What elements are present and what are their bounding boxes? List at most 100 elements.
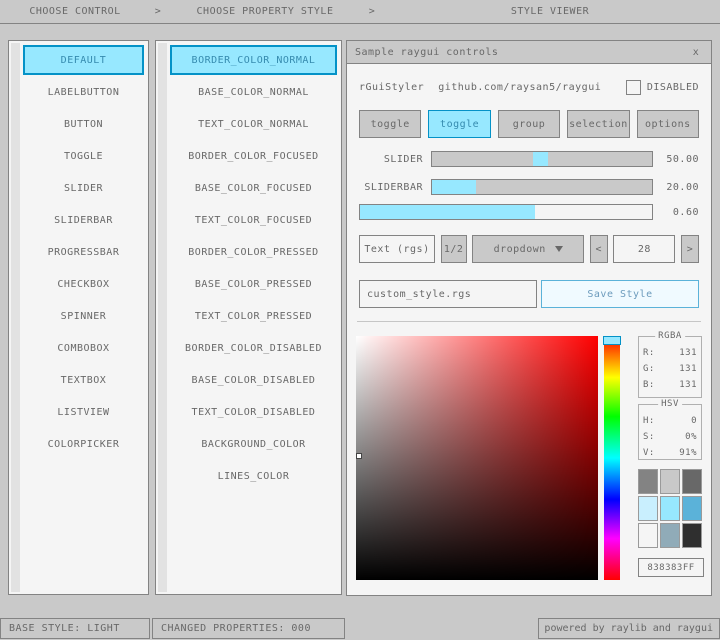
group-button[interactable]: group: [498, 110, 560, 138]
property-item-background-color[interactable]: BACKGROUND_COLOR: [170, 429, 337, 459]
color-picker-area[interactable]: [356, 336, 598, 580]
text-rgs-box[interactable]: Text (rgs): [359, 235, 435, 263]
property-item-base-color-disabled[interactable]: BASE_COLOR_DISABLED: [170, 365, 337, 395]
filename-input[interactable]: custom_style.rgs: [359, 280, 537, 308]
status-changed-properties: CHANGED PROPERTIES: 000: [152, 618, 345, 639]
sliderbar[interactable]: [431, 179, 653, 195]
property-item-border-color-disabled[interactable]: BORDER_COLOR_DISABLED: [170, 333, 337, 363]
scrollbar[interactable]: [158, 43, 167, 592]
color-swatch[interactable]: [660, 523, 680, 548]
control-item-slider[interactable]: SLIDER: [23, 173, 144, 203]
control-item-sliderbar[interactable]: SLIDERBAR: [23, 205, 144, 235]
disabled-checkbox-label: DISABLED: [647, 82, 699, 93]
control-item-colorpicker[interactable]: COLORPICKER: [23, 429, 144, 459]
dropdown-label: dropdown: [494, 244, 546, 255]
property-item-text-color-normal[interactable]: TEXT_COLOR_NORMAL: [170, 109, 337, 139]
save-style-button[interactable]: Save Style: [541, 280, 699, 308]
hue-slider-handle[interactable]: [603, 336, 621, 345]
chevron-right-icon: >: [150, 6, 166, 17]
repo-link[interactable]: github.com/raysan5/raygui: [438, 82, 601, 93]
spinner-value-box[interactable]: 28: [613, 235, 675, 263]
color-picker-marker[interactable]: [356, 453, 362, 459]
hex-color-input[interactable]: 838383FF: [638, 558, 704, 577]
controls-list: DEFAULT LABELBUTTON BUTTON TOGGLE SLIDER…: [23, 45, 144, 461]
control-item-checkbox[interactable]: CHECKBOX: [23, 269, 144, 299]
style-color-grid: [638, 469, 702, 548]
color-swatch[interactable]: [638, 523, 658, 548]
control-item-toggle[interactable]: TOGGLE: [23, 141, 144, 171]
hue-slider[interactable]: [604, 336, 620, 580]
options-button[interactable]: options: [637, 110, 699, 138]
breadcrumb: CHOOSE CONTROL > CHOOSE PROPERTY STYLE >…: [0, 0, 720, 24]
sliderbar-value: 20.00: [659, 182, 699, 193]
window-content: rGuiStyler github.com/raysan5/raygui DIS…: [347, 64, 711, 595]
control-item-progressbar[interactable]: PROGRESSBAR: [23, 237, 144, 267]
hsv-row-h: H:0: [643, 413, 697, 429]
hsv-groupbox: HSV H:0 S:0% V:91%: [638, 404, 702, 460]
rgba-title: RGBA: [655, 331, 685, 341]
property-item-border-color-normal[interactable]: BORDER_COLOR_NORMAL: [170, 45, 337, 75]
hsv-row-s: S:0%: [643, 429, 697, 445]
close-icon[interactable]: x: [689, 47, 703, 58]
slider-handle[interactable]: [533, 152, 548, 166]
chevron-down-icon: [555, 246, 563, 252]
property-item-lines-color[interactable]: LINES_COLOR: [170, 461, 337, 491]
disabled-checkbox-group: DISABLED: [626, 80, 699, 95]
breadcrumb-style-viewer: STYLE VIEWER: [380, 6, 720, 17]
control-item-labelbutton[interactable]: LABELBUTTON: [23, 77, 144, 107]
control-item-combobox[interactable]: COMBOBOX: [23, 333, 144, 363]
control-item-default[interactable]: DEFAULT: [23, 45, 144, 75]
hsv-title: HSV: [658, 399, 682, 409]
controls-list-panel: DEFAULT LABELBUTTON BUTTON TOGGLE SLIDER…: [8, 40, 149, 595]
slider-label: SLIDER: [359, 154, 423, 165]
dropdown[interactable]: dropdown: [472, 235, 584, 263]
property-item-border-color-focused[interactable]: BORDER_COLOR_FOCUSED: [170, 141, 337, 171]
color-swatch[interactable]: [638, 469, 658, 494]
rgba-groupbox: RGBA R:131 G:131 B:131: [638, 336, 702, 398]
property-item-text-color-disabled[interactable]: TEXT_COLOR_DISABLED: [170, 397, 337, 427]
hsv-row-v: V:91%: [643, 445, 697, 461]
spinner-decrement-button[interactable]: <: [590, 235, 608, 263]
control-item-textbox[interactable]: TEXTBOX: [23, 365, 144, 395]
control-item-spinner[interactable]: SPINNER: [23, 301, 144, 331]
window-titlebar: Sample raygui controls x: [347, 41, 711, 64]
control-item-listview[interactable]: LISTVIEW: [23, 397, 144, 427]
color-swatch[interactable]: [682, 469, 702, 494]
spinner-increment-button[interactable]: >: [681, 235, 699, 263]
breadcrumb-choose-property-style: CHOOSE PROPERTY STYLE: [166, 6, 364, 17]
toggle-button-1[interactable]: toggle: [359, 110, 421, 138]
slider[interactable]: [431, 151, 653, 167]
status-bar: BASE STYLE: LIGHT CHANGED PROPERTIES: 00…: [0, 618, 720, 639]
property-item-border-color-pressed[interactable]: BORDER_COLOR_PRESSED: [170, 237, 337, 267]
disabled-checkbox[interactable]: [626, 80, 641, 95]
control-item-button[interactable]: BUTTON: [23, 109, 144, 139]
selection-button[interactable]: selection: [567, 110, 629, 138]
sliderbar-label: SLIDERBAR: [359, 182, 423, 193]
toggle-button-2[interactable]: toggle: [428, 110, 490, 138]
rgba-row-g: G:131: [643, 361, 697, 377]
slider-value: 50.00: [659, 154, 699, 165]
property-item-base-color-normal[interactable]: BASE_COLOR_NORMAL: [170, 77, 337, 107]
chevron-right-icon: >: [364, 6, 380, 17]
color-swatch[interactable]: [682, 496, 702, 521]
rgba-row-r: R:131: [643, 345, 697, 361]
color-swatch[interactable]: [638, 496, 658, 521]
divider: [357, 321, 701, 322]
window-title: Sample raygui controls: [355, 47, 498, 58]
property-item-base-color-focused[interactable]: BASE_COLOR_FOCUSED: [170, 173, 337, 203]
property-item-text-color-pressed[interactable]: TEXT_COLOR_PRESSED: [170, 301, 337, 331]
properties-list: BORDER_COLOR_NORMAL BASE_COLOR_NORMAL TE…: [170, 45, 337, 493]
breadcrumb-choose-control: CHOOSE CONTROL: [0, 6, 150, 17]
app-root: CHOOSE CONTROL > CHOOSE PROPERTY STYLE >…: [0, 0, 720, 640]
progressbar: [359, 204, 653, 220]
half-toggle-button[interactable]: 1/2: [441, 235, 467, 263]
color-swatch[interactable]: [682, 523, 702, 548]
color-swatch[interactable]: [660, 496, 680, 521]
color-swatch[interactable]: [660, 469, 680, 494]
sample-controls-window: Sample raygui controls x rGuiStyler gith…: [346, 40, 712, 596]
progressbar-value: 0.60: [659, 207, 699, 218]
property-item-text-color-focused[interactable]: TEXT_COLOR_FOCUSED: [170, 205, 337, 235]
brand-label: rGuiStyler: [359, 82, 424, 93]
scrollbar[interactable]: [11, 43, 20, 592]
property-item-base-color-pressed[interactable]: BASE_COLOR_PRESSED: [170, 269, 337, 299]
